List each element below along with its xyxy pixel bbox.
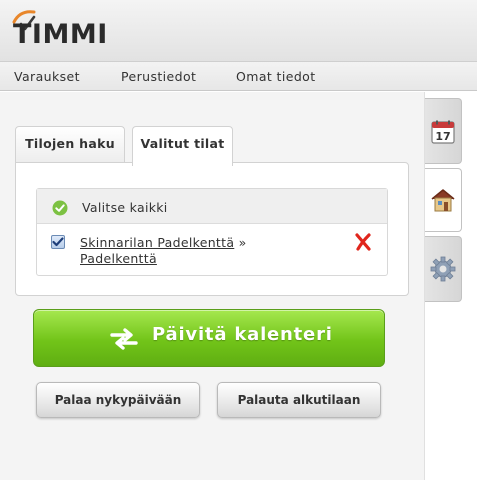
swap-arrows-icon	[110, 328, 138, 350]
menu-item-omat-tiedot[interactable]: Omat tiedot	[236, 69, 316, 84]
tab-valitut-tilat[interactable]: Valitut tilat	[132, 126, 233, 166]
reset-button[interactable]: Palauta alkutilaan	[217, 382, 381, 418]
return-to-today-button[interactable]: Palaa nykypäivään	[36, 382, 200, 418]
app-header: TIMMI	[0, 0, 477, 62]
select-all-row[interactable]: Valitse kaikki	[37, 189, 387, 224]
selected-spaces-panel: Valitse kaikki Skinnarilan Padelkenttä »…	[15, 162, 409, 296]
selected-list: Valitse kaikki Skinnarilan Padelkenttä »…	[36, 188, 388, 276]
sidebar-tab-settings[interactable]	[425, 236, 462, 302]
update-calendar-button[interactable]: Päivitä kalenteri	[33, 309, 385, 367]
select-all-label[interactable]: Valitse kaikki	[82, 200, 168, 215]
menu-item-perustiedot[interactable]: Perustiedot	[121, 69, 196, 84]
gear-icon	[430, 256, 456, 282]
breadcrumb-separator: »	[238, 235, 247, 250]
list-item: Skinnarilan Padelkenttä » Padelkenttä	[80, 235, 270, 267]
update-calendar-label: Päivitä kalenteri	[152, 324, 333, 345]
item-checkbox[interactable]	[51, 235, 65, 249]
sub-space-link[interactable]: Padelkenttä	[80, 251, 157, 266]
calendar-day-number: 17	[435, 130, 451, 143]
right-sidebar: 17	[424, 92, 477, 480]
remove-icon[interactable]	[353, 232, 373, 252]
checkmark-icon	[52, 237, 64, 247]
check-circle-icon	[52, 200, 68, 216]
sidebar-tab-house[interactable]	[425, 168, 462, 232]
menu-item-varaukset[interactable]: Varaukset	[14, 69, 80, 84]
logo-text: TIMMI	[13, 19, 108, 50]
space-link[interactable]: Skinnarilan Padelkenttä	[80, 235, 234, 250]
main-menu: Varaukset Perustiedot Omat tiedot	[0, 62, 477, 91]
tab-tilojen-haku[interactable]: Tilojen haku	[15, 126, 125, 164]
house-icon	[431, 189, 455, 212]
sidebar-tab-calendar[interactable]: 17	[425, 98, 462, 164]
